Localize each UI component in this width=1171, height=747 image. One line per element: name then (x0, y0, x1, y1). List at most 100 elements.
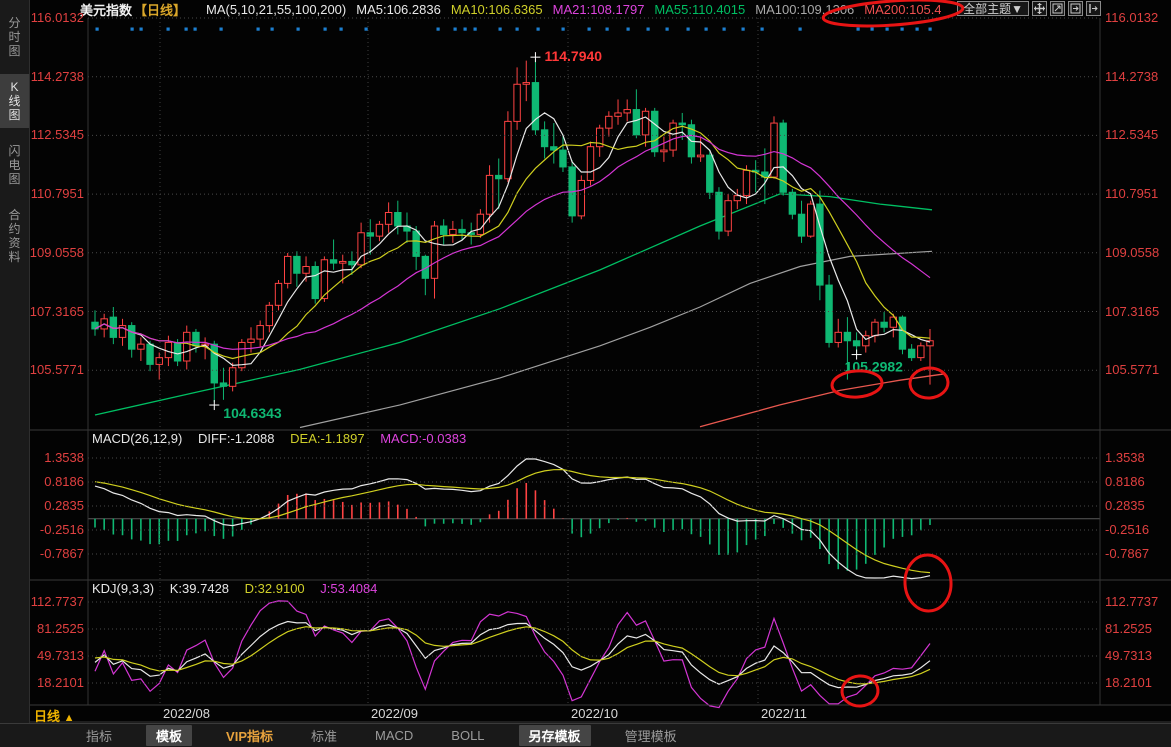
candle (670, 123, 676, 150)
event-marker-dot (857, 28, 860, 31)
event-marker-dot (131, 28, 134, 31)
candle (165, 342, 171, 357)
y-axis-label: 0.2835 (16, 498, 84, 513)
candle (431, 226, 437, 278)
event-marker-dot (365, 28, 368, 31)
y-axis-label: 114.2738 (1105, 69, 1158, 84)
event-marker-dot (194, 28, 197, 31)
y-axis-label: 81.2525 (16, 621, 84, 636)
y-axis-label: 81.2525 (1105, 621, 1152, 636)
y-axis-label: 107.3165 (1105, 304, 1159, 319)
candle (771, 123, 777, 177)
candle (541, 130, 547, 147)
tab-1[interactable]: 模板 (146, 725, 192, 746)
candle (615, 113, 621, 116)
candle (174, 342, 180, 361)
candle (395, 213, 401, 227)
tab-4[interactable]: MACD (371, 727, 417, 744)
candle (459, 229, 465, 232)
y-axis-label: 49.7313 (1105, 648, 1152, 663)
event-marker-dot (687, 28, 690, 31)
candle (440, 226, 446, 234)
y-axis-label: 0.8186 (16, 474, 84, 489)
event-marker-dot (297, 28, 300, 31)
kdj-k-value: K:39.7428 (170, 581, 229, 596)
tab-7[interactable]: 管理模板 (621, 725, 681, 746)
y-axis-label: 112.5345 (1105, 127, 1158, 142)
y-axis-label: 112.5345 (16, 127, 84, 142)
candle (138, 344, 144, 349)
candle (798, 214, 804, 236)
candle (789, 192, 795, 214)
event-marker-dot (627, 28, 630, 31)
event-marker-dot (537, 28, 540, 31)
candle (496, 175, 502, 178)
chart-canvas[interactable]: 114.7940104.6343105.2982 (0, 0, 1171, 747)
candle (514, 84, 520, 121)
x-axis-label: 2022/09 (371, 706, 418, 721)
y-axis-label: 110.7951 (16, 186, 84, 201)
kdj-panel-header: KDJ(9,3,3) K:39.7428 D:32.9100 J:53.4084 (92, 581, 389, 596)
macd-layer (88, 459, 1100, 579)
trading-app-window: 分时图K线图闪电图合约资料 美元指数 【日线】 MA(5,10,21,55,10… (0, 0, 1171, 747)
candle (578, 180, 584, 215)
kdj-layer (95, 601, 930, 708)
event-marker-dot (886, 28, 889, 31)
event-marker-dot (499, 28, 502, 31)
candle (743, 170, 749, 195)
candle (606, 116, 612, 128)
candle (248, 339, 254, 342)
annotation-circle (903, 553, 953, 612)
macd-dea-value: DEA:-1.1897 (290, 431, 364, 446)
candle (284, 256, 290, 283)
event-marker-dot (606, 28, 609, 31)
low-price-label: 104.6343 (223, 405, 282, 421)
y-axis-label: 116.0132 (16, 10, 84, 25)
y-axis-label: 110.7951 (1105, 186, 1158, 201)
event-marker-dot (742, 28, 745, 31)
event-marker-dot (799, 28, 802, 31)
event-marker-dot (464, 28, 467, 31)
y-axis-label: 49.7313 (16, 648, 84, 663)
tab-0[interactable]: 指标 (82, 725, 116, 746)
candle (679, 123, 685, 125)
annotation-circle (822, 0, 963, 30)
y-axis-label: -0.2516 (1105, 522, 1149, 537)
candle (697, 155, 703, 157)
event-marker-dot (516, 28, 519, 31)
y-axis-label: 1.3538 (1105, 450, 1145, 465)
candle (303, 267, 309, 274)
event-marker-dot (437, 28, 440, 31)
tab-5[interactable]: BOLL (447, 727, 488, 744)
candle (340, 261, 346, 263)
candle (844, 332, 850, 340)
y-axis-label: 116.0132 (1105, 10, 1158, 25)
event-marker-dot (929, 28, 932, 31)
y-axis-label: 0.2835 (1105, 498, 1145, 513)
candle (129, 326, 135, 350)
candle (349, 261, 355, 264)
candle (853, 341, 859, 346)
macd-name: MACD(26,12,9) (92, 431, 182, 446)
y-axis-label: 105.5771 (1105, 362, 1159, 377)
tab-3[interactable]: 标准 (307, 725, 341, 746)
candle (147, 344, 153, 364)
event-marker-dot (588, 28, 591, 31)
candle (908, 349, 914, 357)
candle (642, 111, 648, 135)
tab-6[interactable]: 另存模板 (519, 725, 591, 746)
x-axis-label: 2022/10 (571, 706, 618, 721)
event-marker-dot (871, 28, 874, 31)
macd-diff-value: DIFF:-1.2088 (198, 431, 275, 446)
y-axis-label: 18.2101 (16, 675, 84, 690)
main-chart-layer (92, 59, 945, 427)
candle (587, 147, 593, 181)
candle (184, 332, 190, 361)
annotation-circle (909, 367, 949, 400)
candle (486, 175, 492, 214)
event-marker-dot (167, 28, 170, 31)
event-marker-dot (916, 28, 919, 31)
candle (523, 83, 529, 85)
candle (532, 83, 538, 130)
tab-2[interactable]: VIP指标 (222, 725, 277, 746)
